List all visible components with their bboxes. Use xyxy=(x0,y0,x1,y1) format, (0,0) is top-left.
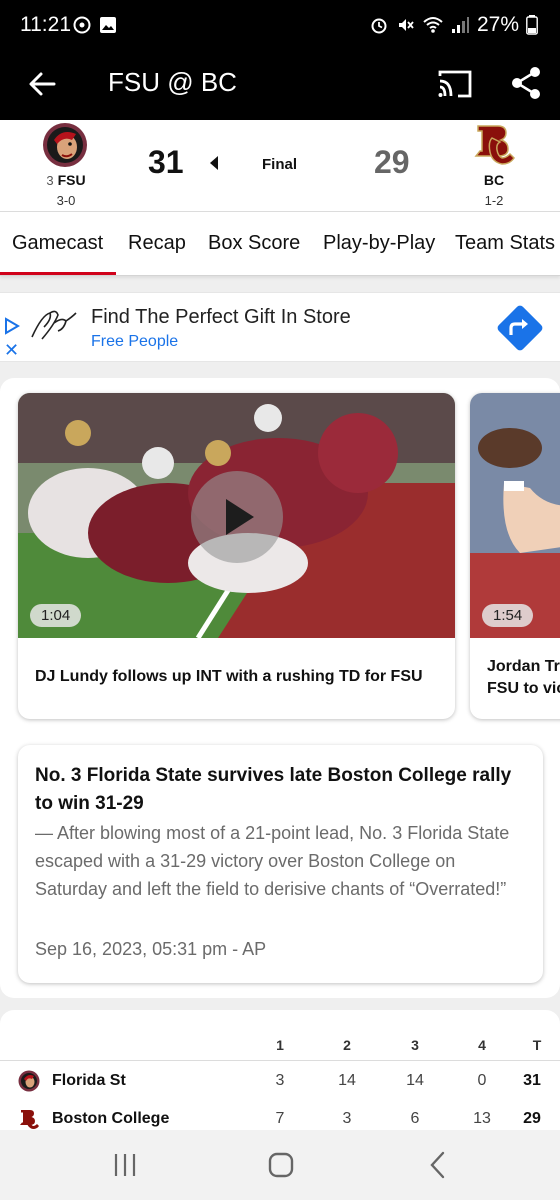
away-abbr: BC xyxy=(483,172,505,188)
game-status: Final xyxy=(262,156,298,173)
linescore: 1 2 3 4 T Florida St 3 14 14 0 31 Boston… xyxy=(0,1010,560,1140)
video-duration: 1:04 xyxy=(30,604,82,627)
status-notification-icons xyxy=(72,15,118,35)
linescore-team-name: Boston College xyxy=(52,1110,170,1127)
ad-choices-icon[interactable] xyxy=(3,317,21,335)
back-icon[interactable] xyxy=(424,1150,454,1180)
highlights-section: 1:04 DJ Lundy follows up INT with a rush… xyxy=(0,378,560,998)
linescore-cell: 3 xyxy=(275,1072,285,1089)
linescore-divider xyxy=(0,1060,560,1061)
linescore-header-q1: 1 xyxy=(276,1037,284,1053)
linescore-cell: 7 xyxy=(275,1110,285,1127)
active-tab-indicator xyxy=(0,272,116,275)
linescore-cell: 13 xyxy=(473,1110,491,1127)
linescore-header-total: T xyxy=(532,1037,542,1053)
home-team-info: 3 FSU 3-0 xyxy=(28,172,104,208)
sync-icon xyxy=(73,16,91,34)
home-abbr: FSU xyxy=(57,172,86,188)
video-duration: 1:54 xyxy=(482,604,534,627)
tab-recap[interactable]: Recap xyxy=(128,232,186,255)
recent-apps-icon[interactable] xyxy=(110,1150,140,1180)
winner-indicator-icon xyxy=(210,156,218,170)
away-record: 1-2 xyxy=(484,193,504,208)
bc-logo-icon xyxy=(474,125,515,165)
video-card[interactable]: 1:04 DJ Lundy follows up INT with a rush… xyxy=(18,393,455,719)
game-tabs: Gamecast Recap Box Score Play-by-Play Te… xyxy=(0,212,560,276)
back-arrow-icon[interactable] xyxy=(24,66,60,102)
battery-icon xyxy=(526,15,538,35)
ad-advertiser: Free People xyxy=(91,333,179,350)
system-nav-bar xyxy=(0,1130,560,1200)
linescore-cell: 6 xyxy=(410,1110,420,1127)
article-card[interactable]: No. 3 Florida State survives late Boston… xyxy=(18,745,543,983)
gallery-icon xyxy=(100,17,116,33)
video-thumbnail xyxy=(470,393,560,638)
app-bar: FSU @ BC xyxy=(0,52,560,120)
tab-team-stats[interactable]: Team Stats xyxy=(455,232,555,255)
alarm-icon xyxy=(371,18,387,34)
signal-icon xyxy=(451,17,469,33)
advertiser-logo-icon xyxy=(31,310,77,340)
away-team-info: BC 1-2 xyxy=(456,172,532,208)
video-title[interactable]: Jordan Tr FSU to vic xyxy=(487,656,560,700)
home-score: 31 xyxy=(148,144,184,180)
mute-icon xyxy=(398,19,414,31)
wifi-icon xyxy=(423,17,443,33)
fsu-logo-icon xyxy=(43,123,87,167)
linescore-cell: 14 xyxy=(406,1072,424,1089)
tab-gamecast[interactable]: Gamecast xyxy=(12,232,103,255)
linescore-header-q2: 2 xyxy=(343,1037,351,1053)
linescore-cell: 14 xyxy=(338,1072,356,1089)
status-bar: 11:21 27% xyxy=(0,0,560,52)
tab-box-score[interactable]: Box Score xyxy=(208,232,300,255)
bc-logo-icon xyxy=(20,1110,39,1129)
scoreboard[interactable]: 3 FSU 3-0 31 Final 29 BC 1-2 xyxy=(0,120,560,212)
article-meta: Sep 16, 2023, 05:31 pm - AP xyxy=(35,939,267,959)
cast-icon[interactable] xyxy=(436,66,474,102)
home-icon[interactable] xyxy=(266,1150,296,1180)
fsu-logo-icon xyxy=(18,1070,40,1092)
linescore-header-q3: 3 xyxy=(411,1037,419,1053)
linescore-total: 31 xyxy=(523,1072,541,1089)
article-headline[interactable]: No. 3 Florida State survives late Boston… xyxy=(35,762,530,818)
article-summary: — After blowing most of a 21-point lead,… xyxy=(35,823,510,899)
linescore-team-name: Florida St xyxy=(52,1072,126,1089)
status-system-icons: 27% xyxy=(369,13,538,37)
play-button-icon[interactable] xyxy=(191,471,283,563)
linescore-cell: 0 xyxy=(477,1072,487,1089)
linescore-header-q4: 4 xyxy=(478,1037,486,1053)
tab-play-by-play[interactable]: Play-by-Play xyxy=(323,232,435,255)
home-rank: 3 xyxy=(46,173,54,188)
linescore-total: 29 xyxy=(523,1110,541,1127)
video-card[interactable]: 1:54 Jordan Tr FSU to vic xyxy=(470,393,560,719)
page-title: FSU @ BC xyxy=(108,67,237,97)
battery-percent: 27% xyxy=(476,13,519,36)
gamecast-screen: 11:21 27% FSU @ BC 3 FSU 3-0 31 Final 29… xyxy=(0,0,560,1200)
status-time: 11:21 xyxy=(20,13,71,36)
ad-close-icon[interactable]: ✕ xyxy=(4,341,19,359)
share-icon[interactable] xyxy=(508,64,544,102)
directions-icon[interactable] xyxy=(496,304,544,352)
linescore-cell: 3 xyxy=(342,1110,352,1127)
ad-headline: Find The Perfect Gift In Store xyxy=(91,306,351,328)
home-record: 3-0 xyxy=(56,193,76,208)
video-title[interactable]: DJ Lundy follows up INT with a rushing T… xyxy=(35,666,440,688)
ad-banner[interactable]: ✕ Find The Perfect Gift In Store Free Pe… xyxy=(0,292,560,362)
away-score: 29 xyxy=(374,144,410,180)
linescore-row[interactable]: Florida St 3 14 14 0 31 xyxy=(0,1062,560,1100)
